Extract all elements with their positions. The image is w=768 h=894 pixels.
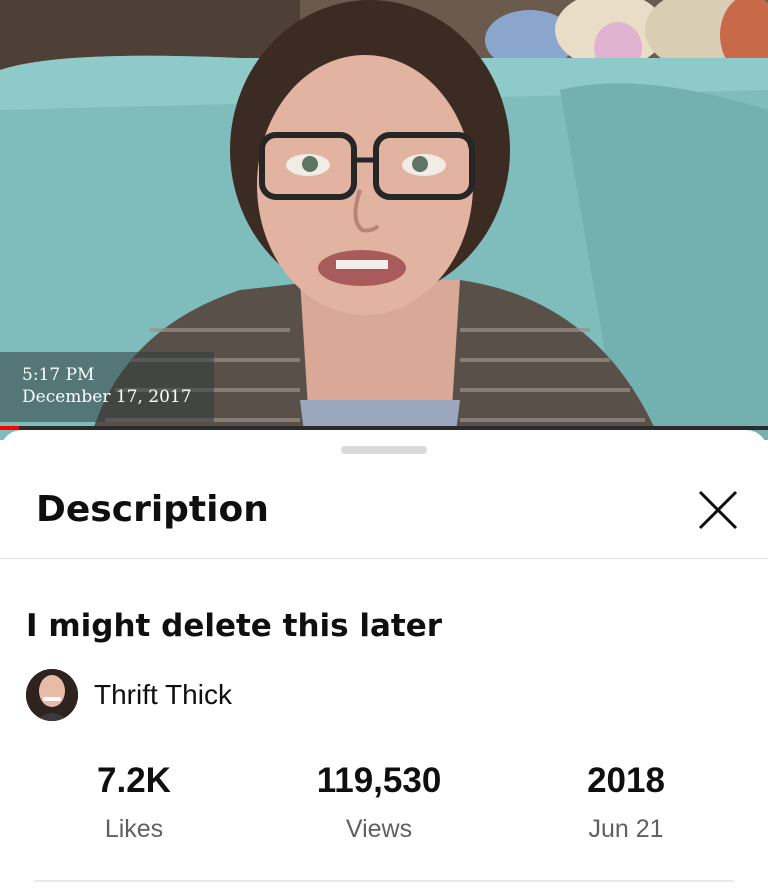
sheet-drag-handle[interactable] (341, 446, 427, 454)
upload-date: Jun 21 (588, 815, 664, 843)
video-player[interactable]: 5:17 PM December 17, 2017 (0, 0, 768, 440)
timestamp-time: 5:17 PM (22, 365, 95, 385)
views-stat: 119,530 Views (269, 760, 489, 844)
timestamp-date: December 17, 2017 (22, 387, 192, 407)
video-progress-fill (0, 426, 20, 430)
close-button[interactable] (690, 482, 746, 538)
channel-name[interactable]: Thrift Thick (94, 679, 232, 711)
channel-row[interactable]: Thrift Thick (26, 668, 232, 722)
likes-label: Likes (104, 815, 164, 843)
views-label: Views (345, 815, 413, 843)
video-stats: 7.2K Likes 119,530 Views 2018 Jun 21 (0, 760, 768, 850)
date-stat: 2018 Jun 21 (516, 760, 736, 844)
description-sheet: Description I might delete this later Th… (0, 430, 768, 894)
divider (34, 880, 734, 882)
views-count: 119,530 (316, 761, 442, 800)
upload-year: 2018 (587, 761, 665, 800)
avatar[interactable] (26, 669, 78, 721)
likes-stat: 7.2K Likes (24, 760, 244, 844)
video-title: I might delete this later (26, 608, 443, 644)
close-icon (698, 490, 738, 530)
likes-count: 7.2K (97, 761, 171, 800)
sheet-header: Description (0, 470, 768, 559)
video-timestamp: 5:17 PM December 17, 2017 (0, 352, 214, 422)
sheet-title: Description (36, 489, 269, 530)
